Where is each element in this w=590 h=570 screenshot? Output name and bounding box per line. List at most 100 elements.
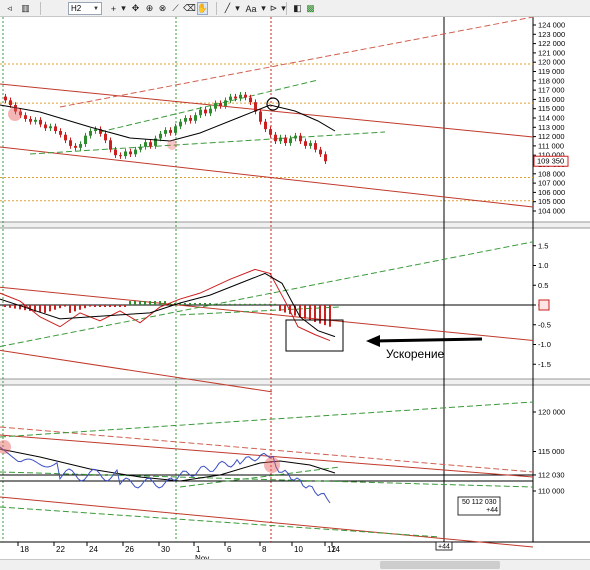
- time-axis-label: 14: [331, 545, 340, 554]
- timeframe-select[interactable]: H2 ▼: [68, 2, 102, 15]
- candle-body: [224, 100, 227, 106]
- crosshair-dropdown-icon[interactable]: ▾: [118, 2, 129, 15]
- price-axis-label: 115 000: [538, 104, 565, 113]
- osc-histogram-bar: [64, 305, 66, 307]
- move-icon[interactable]: ✥: [130, 2, 141, 15]
- candle-body: [159, 133, 162, 139]
- price-axis-label: 104 000: [538, 207, 565, 216]
- osc-histogram-bar: [59, 305, 61, 309]
- zoom-out-icon[interactable]: ⊗: [157, 2, 168, 15]
- osc-histogram-bar: [124, 305, 126, 307]
- osc-histogram-bar: [214, 303, 216, 305]
- annotation-text: Ускорение: [386, 347, 445, 361]
- lower-axis-label: 112 030: [538, 470, 565, 479]
- osc-axis-label: -0.5: [538, 320, 551, 329]
- candle-body: [109, 140, 112, 150]
- osc-histogram-bar: [79, 305, 81, 310]
- pane-separator: [0, 222, 590, 228]
- annotation-arrow-shaft: [374, 337, 483, 343]
- time-axis-label: 22: [56, 545, 65, 554]
- hand-icon[interactable]: ✋: [197, 2, 208, 15]
- osc-histogram-bar: [304, 305, 306, 319]
- pane-separator: [0, 379, 590, 385]
- candle-body: [229, 96, 232, 101]
- candle-body: [169, 130, 172, 133]
- candle-body: [59, 131, 62, 135]
- osc-histogram-bar: [94, 305, 96, 307]
- eraser-icon[interactable]: ⌫: [183, 2, 196, 15]
- candle-body: [24, 115, 27, 119]
- line-dropdown-icon[interactable]: ▾: [232, 2, 243, 15]
- price-axis-label: 113 000: [538, 123, 565, 132]
- candle-body: [209, 108, 212, 114]
- timeframe-value: H2: [71, 4, 82, 13]
- pattern-icon[interactable]: ◧: [292, 2, 303, 15]
- object-list-icon[interactable]: ▩: [305, 2, 316, 15]
- osc-histogram-bar: [189, 303, 191, 305]
- horizontal-scrollbar[interactable]: [0, 559, 590, 570]
- candle-body: [244, 94, 247, 98]
- candle-body: [129, 151, 132, 155]
- osc-histogram-bar: [49, 305, 51, 312]
- text-tool-icon[interactable]: Aa: [244, 2, 258, 15]
- price-axis-label: 117 000: [538, 86, 565, 95]
- time-axis-label: 26: [125, 545, 134, 554]
- chart-background: [0, 17, 590, 559]
- time-axis-label: 6: [227, 545, 232, 554]
- candle-body: [114, 149, 117, 156]
- price-axis-label: 111 000: [538, 141, 564, 150]
- cursor-time-badge-text: +44: [438, 544, 450, 551]
- osc-histogram-bar: [74, 305, 76, 312]
- ruler-icon[interactable]: ⟋: [170, 2, 181, 15]
- tool-bars-icon[interactable]: ▥: [20, 2, 31, 15]
- osc-histogram-bar: [209, 303, 211, 305]
- osc-axis-label: 0.5: [538, 281, 548, 290]
- candle-body: [149, 142, 152, 146]
- osc-histogram-bar: [314, 305, 316, 322]
- price-axis-label: 114 000: [538, 114, 565, 123]
- osc-histogram-bar: [129, 301, 131, 305]
- osc-histogram-bar: [14, 305, 16, 309]
- osc-axis-label: -1.0: [538, 340, 551, 349]
- osc-histogram-bar: [69, 305, 71, 313]
- candle-body: [179, 121, 182, 127]
- candle-body: [64, 134, 67, 141]
- candle-body: [164, 130, 167, 134]
- chart-area[interactable]: 124 000123 000122 000121 000120 000119 0…: [0, 17, 590, 559]
- candle-body: [199, 109, 202, 116]
- osc-histogram-bar: [249, 303, 251, 305]
- candle-body: [304, 141, 307, 146]
- marker-dropdown-icon[interactable]: ▾: [278, 2, 289, 15]
- candle-body: [94, 129, 97, 132]
- candle-body: [69, 140, 72, 146]
- osc-histogram-bar: [244, 303, 246, 305]
- price-axis-label: 119 000: [538, 67, 565, 76]
- scrollbar-thumb[interactable]: [380, 561, 500, 569]
- candle-body: [44, 124, 47, 129]
- osc-histogram-bar: [234, 303, 236, 305]
- candle-body: [219, 103, 222, 106]
- candle-body: [204, 109, 207, 114]
- toolbar: ◃ ▥ + ▾ ✥ ⊕ ⊗ ⟋ ⌫ ✋ ╱ ▾ Aa ▾ ⊳ ▾ ◧ ▩ H2 ▼: [0, 0, 590, 17]
- candle-body: [284, 137, 287, 144]
- osc-histogram-bar: [149, 301, 151, 305]
- price-axis-label: 112 000: [538, 132, 565, 141]
- osc-histogram-bar: [184, 303, 186, 305]
- candle-body: [29, 118, 32, 122]
- osc-histogram-bar: [324, 305, 326, 326]
- candle-body: [299, 135, 302, 142]
- candle-body: [119, 155, 122, 157]
- candle-body: [184, 118, 187, 122]
- highlight-circle: [167, 140, 177, 150]
- price-axis-label: 120 000: [538, 58, 565, 67]
- osc-histogram-bar: [219, 303, 221, 305]
- tool-arrow-icon[interactable]: ◃: [4, 2, 15, 15]
- osc-histogram-bar: [274, 303, 276, 305]
- osc-histogram-bar: [204, 303, 206, 305]
- osc-axis-label: -1.5: [538, 360, 551, 369]
- osc-histogram-bar: [284, 305, 286, 313]
- candle-body: [54, 126, 57, 132]
- time-axis-label: 1: [196, 545, 201, 554]
- candle-body: [89, 131, 92, 136]
- zoom-in-icon[interactable]: ⊕: [144, 2, 155, 15]
